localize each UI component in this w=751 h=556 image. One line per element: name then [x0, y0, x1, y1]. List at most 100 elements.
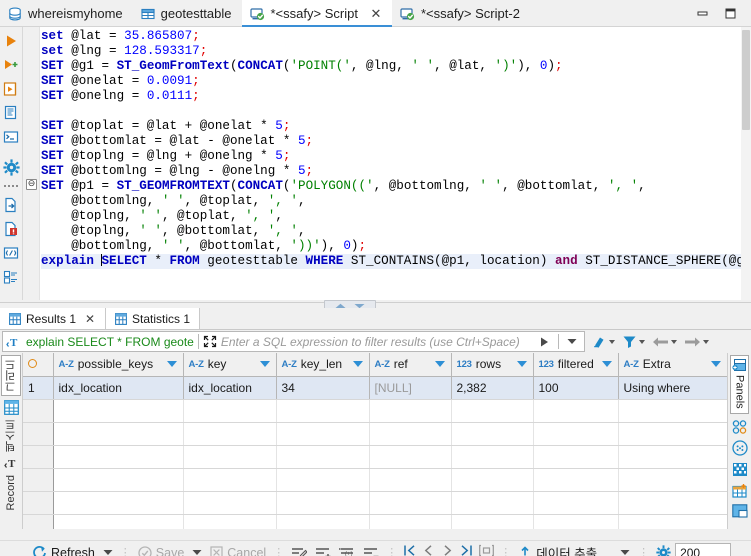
code-line[interactable]: @toplng, ' ', @toplat, ', ',	[41, 209, 741, 224]
scrollbar-thumb[interactable]	[742, 30, 750, 130]
refresh-button[interactable]: Refresh	[28, 542, 99, 556]
column-header-possible_keys[interactable]: A-Z possible_keys	[53, 353, 184, 377]
export-dropdown-icon[interactable]	[615, 549, 635, 556]
code-line[interactable]: SET @onelat = 0.0091;	[41, 74, 741, 89]
tab-ssafy-script-2[interactable]: *<ssafy> Script-2	[392, 0, 530, 27]
save-button[interactable]: Save	[134, 542, 189, 556]
calc-panel-icon[interactable]	[731, 439, 748, 456]
code-line[interactable]: SET @g1 = ST_GeomFromText(CONCAT('POINT(…	[41, 59, 741, 74]
grid-transpose-icon[interactable]	[732, 462, 748, 477]
value-panel-icon[interactable]	[732, 419, 748, 434]
more-icon[interactable]	[2, 182, 20, 190]
execute-statement-icon[interactable]	[2, 32, 20, 50]
presentation-text-label[interactable]: 텍스트	[3, 419, 19, 452]
tab-whereismyhome[interactable]: whereismyhome	[0, 0, 133, 27]
table-cell[interactable]: 34	[276, 376, 370, 400]
column-sort-icon[interactable]	[352, 361, 363, 367]
table-cell[interactable]: [NULL]	[369, 376, 452, 400]
code-line[interactable]: SET @bottomlat = @lat - @onelat * 5;	[41, 134, 741, 149]
export-data-button[interactable]: 데이터 추출 ...	[514, 542, 615, 556]
record-toggle-label[interactable]: Record	[5, 475, 17, 510]
add-row-button[interactable]	[311, 542, 335, 556]
fetch-size-input[interactable]: 200	[675, 543, 732, 556]
table-cell[interactable]: 2,382	[451, 376, 534, 400]
execute-console-icon[interactable]	[2, 128, 20, 146]
column-sort-icon[interactable]	[259, 361, 270, 367]
code-line[interactable]: SET @onelng = 0.0111;	[41, 89, 741, 104]
table-cell[interactable]: idx_location	[183, 376, 277, 400]
history-forward-button[interactable]	[682, 332, 711, 352]
duplicate-row-button[interactable]: (+)	[335, 542, 359, 556]
cancel-button[interactable]: Cancel	[206, 542, 270, 556]
filter-settings-button[interactable]	[620, 332, 647, 352]
code-line-active[interactable]: explain SELECT * FROM geotesttable WHERE…	[41, 254, 751, 269]
panels-toggle[interactable]: Panels	[730, 355, 749, 414]
editor-vertical-scrollbar[interactable]	[741, 27, 751, 300]
sql-code[interactable]: set @lat = 35.865807; set @lng = 128.5933…	[41, 29, 751, 269]
row-number[interactable]: 1	[23, 376, 54, 400]
grid-icon[interactable]	[3, 400, 19, 415]
explain-plan-icon[interactable]	[2, 104, 20, 122]
execute-script-icon[interactable]	[2, 80, 20, 98]
table-body[interactable]: 1 idx_location idx_location 34 [NULL] 2,382 10…	[23, 376, 727, 529]
format-sql-icon[interactable]	[2, 244, 20, 262]
code-line[interactable]: @toplng, ' ', @bottomlat, ', ',	[41, 224, 741, 239]
export-sql-icon[interactable]	[2, 196, 20, 214]
chevron-down-icon[interactable]	[609, 339, 615, 344]
editor-results-splitter[interactable]	[0, 300, 751, 309]
tab-ssafy-script[interactable]: *<ssafy> Script ✕	[241, 0, 393, 27]
tab-geotesttable[interactable]: geotesttable	[133, 0, 242, 27]
first-row-icon[interactable]	[400, 544, 419, 556]
execute-new-tab-icon[interactable]	[2, 56, 20, 74]
presentation-grid-label[interactable]: 그리드	[1, 355, 21, 396]
apply-filter-icon[interactable]	[539, 336, 550, 348]
filter-placeholder[interactable]: Enter a SQL expression to filter results…	[221, 335, 535, 349]
fold-marker-icon[interactable]: ⊖	[26, 179, 37, 190]
refresh-dropdown-icon[interactable]	[99, 549, 117, 556]
column-header-Extra[interactable]: A-Z Extra	[618, 353, 727, 377]
code-line[interactable]	[41, 104, 741, 119]
code-line[interactable]: @bottomlng, ' ', @bottomlat, '))'), 0);	[41, 239, 741, 254]
filter-input-container[interactable]: T explain SELECT * FROM geote Enter a SQ…	[2, 331, 585, 352]
table-cell[interactable]: Using where	[618, 376, 727, 400]
code-line[interactable]: SET @toplng = @lng + @onelng * 5;	[41, 149, 741, 164]
gear-icon[interactable]	[652, 545, 675, 556]
results-tab-statistics-1[interactable]: Statistics 1	[106, 308, 201, 329]
code-line[interactable]: SET @p1 = ST_GEOMFROMTEXT(CONCAT('POLYGO…	[41, 179, 741, 194]
chevron-down-icon[interactable]	[703, 339, 709, 344]
code-line[interactable]: set @lat = 35.865807;	[41, 29, 741, 44]
column-header-rows[interactable]: 123 rows	[451, 353, 534, 377]
column-sort-icon[interactable]	[166, 361, 177, 367]
table-row[interactable]: 1 idx_location idx_location 34 [NULL] 2,382 10…	[23, 376, 727, 400]
column-header-filtered[interactable]: 123 filtered	[533, 353, 619, 377]
results-grid[interactable]: A-Z possible_keys A-Z key A-Z key_len A-Z ref 12…	[23, 353, 727, 529]
minimize-icon[interactable]	[695, 7, 709, 21]
value-filter-icon[interactable]: T	[3, 456, 19, 471]
chevron-down-icon[interactable]	[639, 339, 645, 344]
column-sort-icon[interactable]	[516, 361, 527, 367]
code-line[interactable]: @bottomlng, ' ', @toplat, ', ',	[41, 194, 741, 209]
column-sort-icon[interactable]	[434, 361, 445, 367]
table-cell[interactable]: 100	[533, 376, 619, 400]
code-line[interactable]: SET @toplat = @lat + @onelat * 5;	[41, 119, 741, 134]
close-icon[interactable]: ✕	[370, 7, 382, 20]
save-dropdown-icon[interactable]	[188, 549, 206, 556]
expand-icon[interactable]	[203, 335, 217, 348]
delete-row-button[interactable]	[359, 542, 383, 556]
code-line[interactable]: set @lng = 128.593317;	[41, 44, 741, 59]
clear-filter-button[interactable]	[590, 332, 617, 352]
sql-editor[interactable]: ⊖ set @lat = 35.865807; set @lng = 128.59…	[23, 27, 751, 300]
table-cell[interactable]: idx_location	[53, 376, 184, 400]
results-table[interactable]: A-Z possible_keys A-Z key A-Z key_len A-Z ref 12…	[23, 353, 727, 529]
add-row-icon[interactable]	[731, 483, 748, 498]
last-row-icon[interactable]	[457, 544, 476, 556]
maximize-icon[interactable]	[723, 7, 737, 21]
column-header-key[interactable]: A-Z key	[183, 353, 277, 377]
code-line[interactable]: SET @bottomlng = @lng - @onelng * 5;	[41, 164, 741, 179]
column-sort-icon[interactable]	[601, 361, 612, 367]
column-header-key_len[interactable]: A-Z key_len	[276, 353, 370, 377]
chevron-down-icon[interactable]	[671, 339, 677, 344]
next-row-icon[interactable]	[438, 544, 457, 556]
grid-corner-cell[interactable]	[23, 353, 54, 377]
sql-error-icon[interactable]	[2, 220, 20, 238]
